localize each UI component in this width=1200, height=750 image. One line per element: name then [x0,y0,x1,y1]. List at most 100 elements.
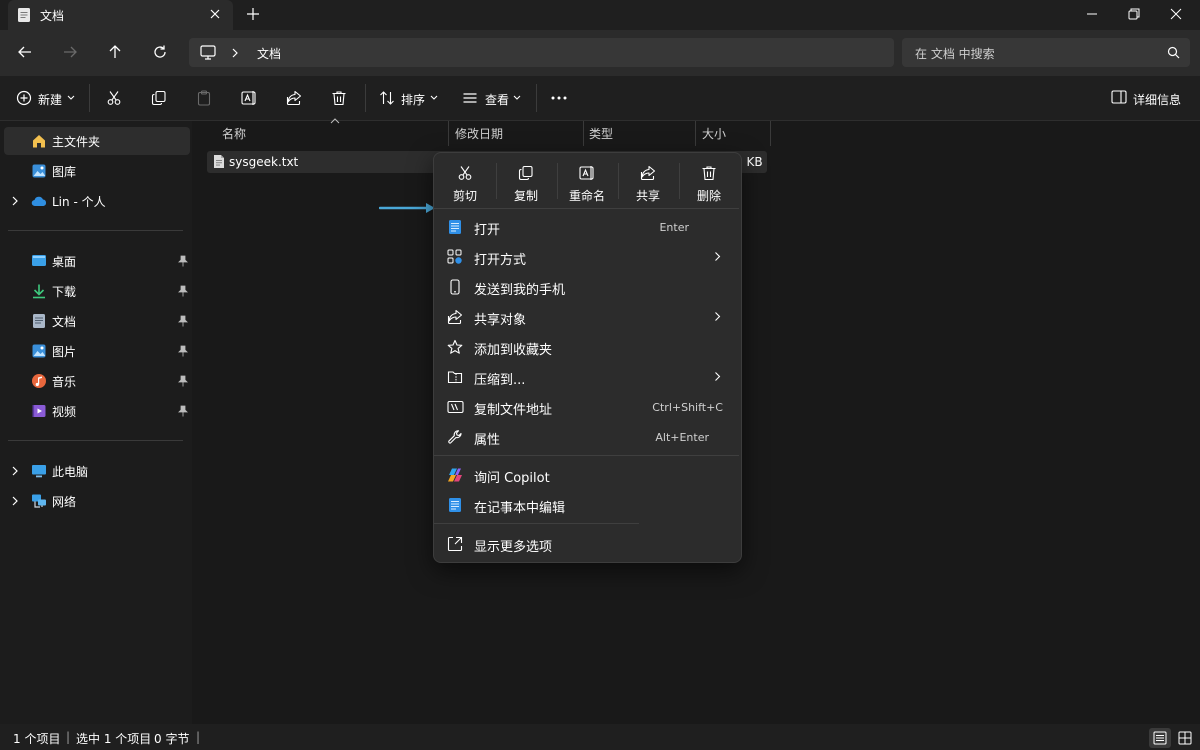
column-divider[interactable] [770,121,771,146]
sidebar-item-pictures[interactable]: 图片 [4,337,190,365]
column-divider[interactable] [583,121,584,146]
sort-button[interactable]: 排序 [401,91,425,108]
view-button[interactable]: 查看 [485,91,509,108]
refresh-icon[interactable] [152,44,168,60]
search-box[interactable]: 在 文档 中搜索 [902,38,1190,67]
pin-icon[interactable] [178,315,188,327]
new-button[interactable]: 新建 [38,91,62,108]
desktop-icon [31,253,47,269]
window-tab[interactable]: 文档 [8,0,233,30]
sidebar-item-onedrive[interactable]: Lin - 个人 [4,187,190,215]
sidebar-item-label: 图库 [52,165,77,179]
column-divider[interactable] [695,121,696,146]
sidebar-divider [8,230,183,231]
details-button[interactable]: 详细信息 [1133,91,1181,108]
details-view-button[interactable] [1149,728,1171,748]
more-options-icon[interactable] [551,96,567,100]
sidebar-item-documents[interactable]: 文档 [4,307,190,335]
menu-item-copy-as-path[interactable]: 复制文件地址 Ctrl+Shift+C [438,392,735,422]
menu-item-show-more-options[interactable]: 显示更多选项 [438,529,735,559]
pin-icon[interactable] [178,285,188,297]
forward-arrow-icon[interactable] [62,44,78,60]
close-tab-icon[interactable] [209,8,221,20]
cloud-icon [31,195,47,207]
chevron-down-icon[interactable] [67,95,75,101]
quick-action-label: 重命名 [568,189,605,203]
chevron-right-icon [714,311,721,322]
quick-action-cut[interactable]: 剪切 [435,161,495,203]
menu-item-edit-in-notepad[interactable]: 在记事本中编辑 [438,490,735,520]
minimize-icon[interactable] [1084,6,1100,22]
notepad-icon [447,219,463,235]
address-bar[interactable]: 文档 [189,38,894,67]
toolbar-divider [536,84,537,112]
pin-icon[interactable] [178,405,188,417]
quick-action-label: 共享 [635,189,660,203]
sidebar-item-home[interactable]: 主文件夹 [4,127,190,155]
text-file-icon [213,154,225,169]
pin-icon[interactable] [178,375,188,387]
music-icon [31,373,47,389]
share-icon[interactable] [286,90,302,106]
chevron-down-icon[interactable] [430,95,438,101]
breadcrumb-chevron-icon[interactable] [231,47,239,59]
sidebar-item-label: 桌面 [52,255,77,269]
view-list-icon[interactable] [462,90,478,106]
menu-item-ask-copilot[interactable]: 询问 Copilot [438,460,735,490]
menu-item-add-to-favorites[interactable]: 添加到收藏夹 [438,332,735,362]
close-window-icon[interactable] [1168,6,1184,22]
back-arrow-icon[interactable] [17,44,33,60]
quick-action-rename[interactable]: 重命名 [557,161,617,203]
pin-icon[interactable] [178,345,188,357]
chevron-right-icon[interactable] [11,465,19,477]
sidebar-item-music[interactable]: 音乐 [4,367,190,395]
new-plus-icon[interactable] [16,90,32,106]
chevron-right-icon[interactable] [11,495,19,507]
sidebar-item-videos[interactable]: 视频 [4,397,190,425]
menu-item-open-with[interactable]: 打开方式 [438,242,735,272]
search-icon[interactable] [1167,46,1180,59]
column-header-size[interactable]: 大小 [702,125,726,142]
restore-icon[interactable] [1126,6,1142,22]
up-arrow-icon[interactable] [107,44,123,60]
menu-item-label: 属性 [474,433,501,448]
quick-action-share[interactable]: 共享 [618,161,678,203]
menu-item-compress-to[interactable]: 压缩到... [438,362,735,392]
sidebar-item-downloads[interactable]: 下载 [4,277,190,305]
column-divider[interactable] [448,121,449,146]
sidebar-item-label: 音乐 [52,375,77,389]
menu-item-send-to-phone[interactable]: 发送到我的手机 [438,272,735,302]
column-header-type[interactable]: 类型 [589,125,613,142]
status-bar: 1 个项目 | 选中 1 个项目 0 字节 | [0,724,1200,750]
menu-item-properties[interactable]: 属性 Alt+Enter [438,422,735,452]
rename-icon[interactable] [241,90,258,106]
quick-action-delete[interactable]: 删除 [679,161,739,203]
sidebar-item-gallery[interactable]: 图库 [4,157,190,185]
sidebar-item-this-pc[interactable]: 此电脑 [4,457,190,485]
column-header-modified[interactable]: 修改日期 [455,125,503,142]
cut-icon[interactable] [106,90,122,106]
column-header-name[interactable]: 名称 [222,125,246,142]
details-pane-icon[interactable] [1111,90,1127,104]
tiles-view-button[interactable] [1174,728,1196,748]
sidebar-item-label: 图片 [52,345,77,359]
new-tab-icon[interactable] [246,7,260,21]
menu-item-share-with[interactable]: 共享对象 [438,302,735,332]
copy-icon[interactable] [151,90,167,106]
sort-icon[interactable] [379,90,395,106]
paste-icon[interactable] [196,90,212,106]
chevron-right-icon[interactable] [11,195,19,207]
delete-icon[interactable] [331,90,347,106]
quick-action-copy[interactable]: 复制 [496,161,556,203]
gallery-icon [31,163,47,179]
pin-icon[interactable] [178,255,188,267]
menu-divider [434,455,739,456]
breadcrumb-documents[interactable]: 文档 [257,45,281,62]
sidebar-item-desktop[interactable]: 桌面 [4,247,190,275]
sidebar-item-network[interactable]: 网络 [4,487,190,515]
home-icon [31,133,47,149]
menu-item-open[interactable]: 打开 Enter [438,212,735,242]
chevron-down-icon[interactable] [513,95,521,101]
document-icon [17,7,31,23]
network-icon [31,493,47,509]
